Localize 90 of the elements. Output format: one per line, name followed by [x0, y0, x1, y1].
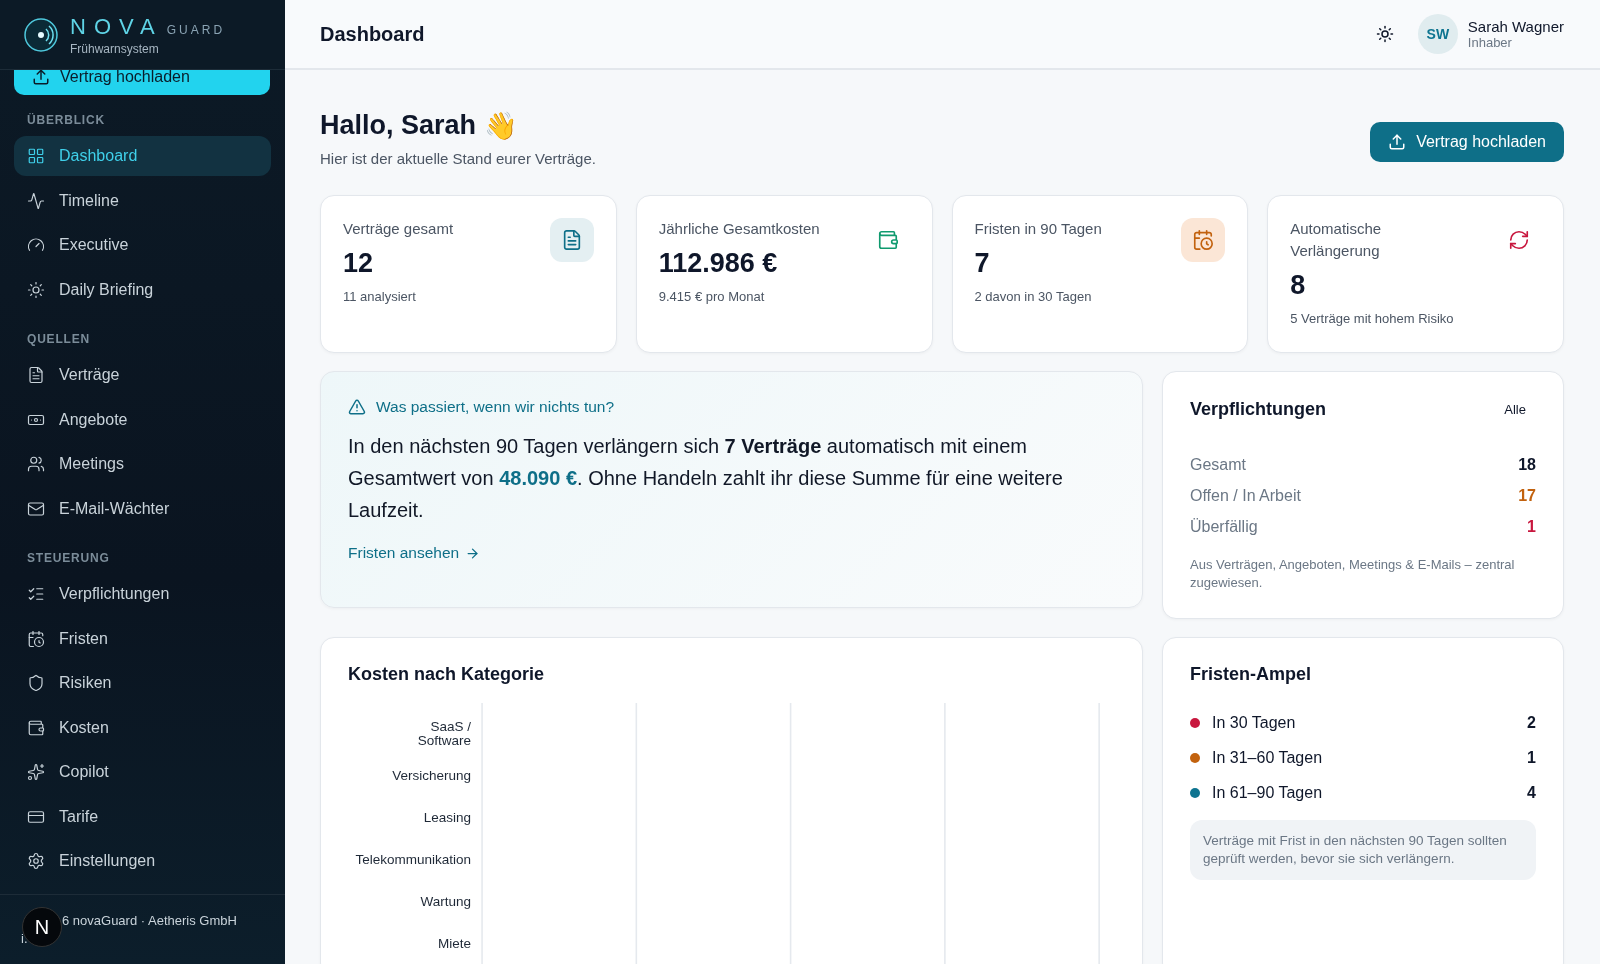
deadline-label: In 30 Tagen	[1212, 713, 1297, 732]
grid-icon	[27, 147, 45, 165]
user-avatar: SW	[1417, 14, 1458, 54]
category-label: Miete	[438, 935, 471, 953]
sidebar-item[interactable]: Timeline	[14, 180, 271, 221]
sidebar-item[interactable]: Angebote	[14, 399, 271, 440]
brand-suffix: GUARD	[166, 22, 226, 37]
obligation-count: 18	[1518, 455, 1536, 474]
calendar-icon	[27, 629, 45, 648]
category-label: Leasing	[423, 809, 471, 827]
gauge-icon	[27, 236, 45, 254]
stat-label: Automatische Verlängerung	[1290, 219, 1383, 261]
deadline-count: 1	[1527, 748, 1536, 767]
wallet-icon	[27, 718, 45, 737]
stat-label: Jährliche Gesamtkosten	[658, 219, 820, 239]
sidebar-item[interactable]: Verträge	[14, 355, 271, 395]
sidebar-item[interactable]: Dashboard	[14, 136, 271, 176]
category-label: SaaS / Software	[416, 718, 471, 750]
deadline-count: 4	[1527, 783, 1536, 802]
card-title: Verpflichtungen	[1190, 399, 1326, 420]
calendar-icon	[1181, 218, 1226, 262]
sidebar-item[interactable]: Tarife	[14, 796, 271, 837]
stat-note: 9.415 € pro Monat	[658, 289, 766, 304]
sidebar-item[interactable]: E-Mail-Wächter	[14, 488, 271, 529]
sidebar-item[interactable]: Copilot	[14, 752, 271, 792]
stat-label: Fristen in 90 Tagen	[974, 219, 1102, 239]
stat-label: Verträge gesamt	[343, 219, 454, 239]
settings-icon	[27, 852, 45, 870]
sidebar-item[interactable]: Risiken	[14, 663, 271, 703]
stat-note: 5 Verträge mit hohem Risiko	[1290, 311, 1455, 326]
deadline-label: In 61–90 Tagen	[1212, 783, 1324, 802]
all-button[interactable]: Alle	[1494, 398, 1536, 421]
brand-tagline: Frühwarnsystem	[70, 41, 160, 56]
stat-note: 2 davon in 30 Tagen	[974, 289, 1093, 304]
users-icon	[27, 455, 45, 473]
deadline-label: In 31–60 Tagen	[1212, 748, 1324, 767]
stat-note: 11 analysiert	[343, 289, 417, 304]
obligation-label: Überfällig	[1190, 517, 1258, 536]
upload-button[interactable]: Vertrag hochladen	[1370, 122, 1564, 162]
sidebar-item[interactable]: Meetings	[14, 444, 271, 484]
deadline-count: 2	[1527, 713, 1536, 732]
user-role: Inhaber	[1467, 35, 1513, 50]
obligation-label: Offen / In Arbeit	[1190, 486, 1301, 505]
footer-text: i.	[21, 931, 28, 946]
sidebar-item[interactable]: Executive	[14, 225, 271, 265]
pulse-icon	[27, 191, 45, 210]
upload-icon	[1388, 133, 1407, 151]
brand-name: NOVA	[70, 13, 163, 40]
sidebar-item[interactable]: Kosten	[14, 707, 271, 748]
sidebar-item[interactable]: Verpflichtungen	[14, 574, 271, 614]
category-label: Versicherung	[392, 767, 471, 785]
mail-icon	[27, 499, 45, 518]
obligations-note: Aus Verträgen, Angeboten, Meetings & E-Mails – zentral zugewiesen.	[1190, 556, 1516, 592]
sun-icon	[27, 280, 45, 299]
alert-text: In den nächsten 90 Tagen verlängern sich 7 Verträge automatisch mit einem Gesamtwert von 48.090 €. Ohne Handeln zahlt ihr diese Summe für eine weitere Laufzeit.	[348, 434, 1064, 523]
sidebar-item[interactable]: Daily Briefing	[14, 269, 271, 310]
shield-icon	[27, 674, 45, 692]
sparkles-icon	[27, 763, 45, 781]
card-title: Kosten nach Kategorie	[348, 664, 546, 685]
card-title: Fristen-Ampel	[1190, 664, 1313, 685]
stat-value: 112.986 €	[658, 248, 779, 279]
page-title: Dashboard	[320, 22, 426, 46]
obligation-count: 1	[1527, 517, 1536, 536]
stat-value: 7	[974, 248, 991, 279]
greeting-subtitle: Hier ist der aktuelle Stand eurer Verträge.	[320, 150, 596, 167]
sidebar-item[interactable]: Fristen	[14, 618, 271, 659]
footer-text: 6 novaGuard · Aetheris GmbH	[62, 913, 237, 928]
logo-icon	[24, 17, 58, 52]
wave-emoji: 👋	[484, 110, 519, 142]
sidebar-item[interactable]: Einstellungen	[14, 841, 271, 881]
deadlines-note: Verträge mit Frist in den nächsten 90 Tagen sollten geprüft werden, bevor sie sich verlängern.	[1190, 820, 1536, 880]
section-title: STEUERUNG	[26, 550, 111, 567]
alert-title: Was passiert, wenn wir nichts tun?	[376, 398, 615, 416]
warning-icon	[348, 398, 366, 416]
section-title: ÜBERBLICK	[26, 112, 106, 129]
category-label: Wartung	[420, 893, 471, 911]
stat-value: 8	[1290, 270, 1307, 301]
obligation-label: Gesamt	[1190, 455, 1246, 474]
obligation-count: 17	[1518, 486, 1536, 505]
section-title: QUELLEN	[26, 331, 91, 348]
checklist-icon	[27, 585, 45, 603]
upload-button[interactable]: Vertrag hochladen	[14, 70, 270, 95]
stat-value: 12	[343, 248, 375, 279]
deadlines-link[interactable]: Fristen ansehen	[348, 544, 481, 562]
greeting-title: Hallo, Sarah	[320, 110, 477, 142]
document-icon	[549, 218, 594, 262]
user-name: Sarah Wagner	[1467, 18, 1564, 35]
document-icon	[27, 366, 45, 384]
arrow-right-icon	[465, 545, 481, 561]
category-label: Telekommunikation	[355, 851, 471, 869]
